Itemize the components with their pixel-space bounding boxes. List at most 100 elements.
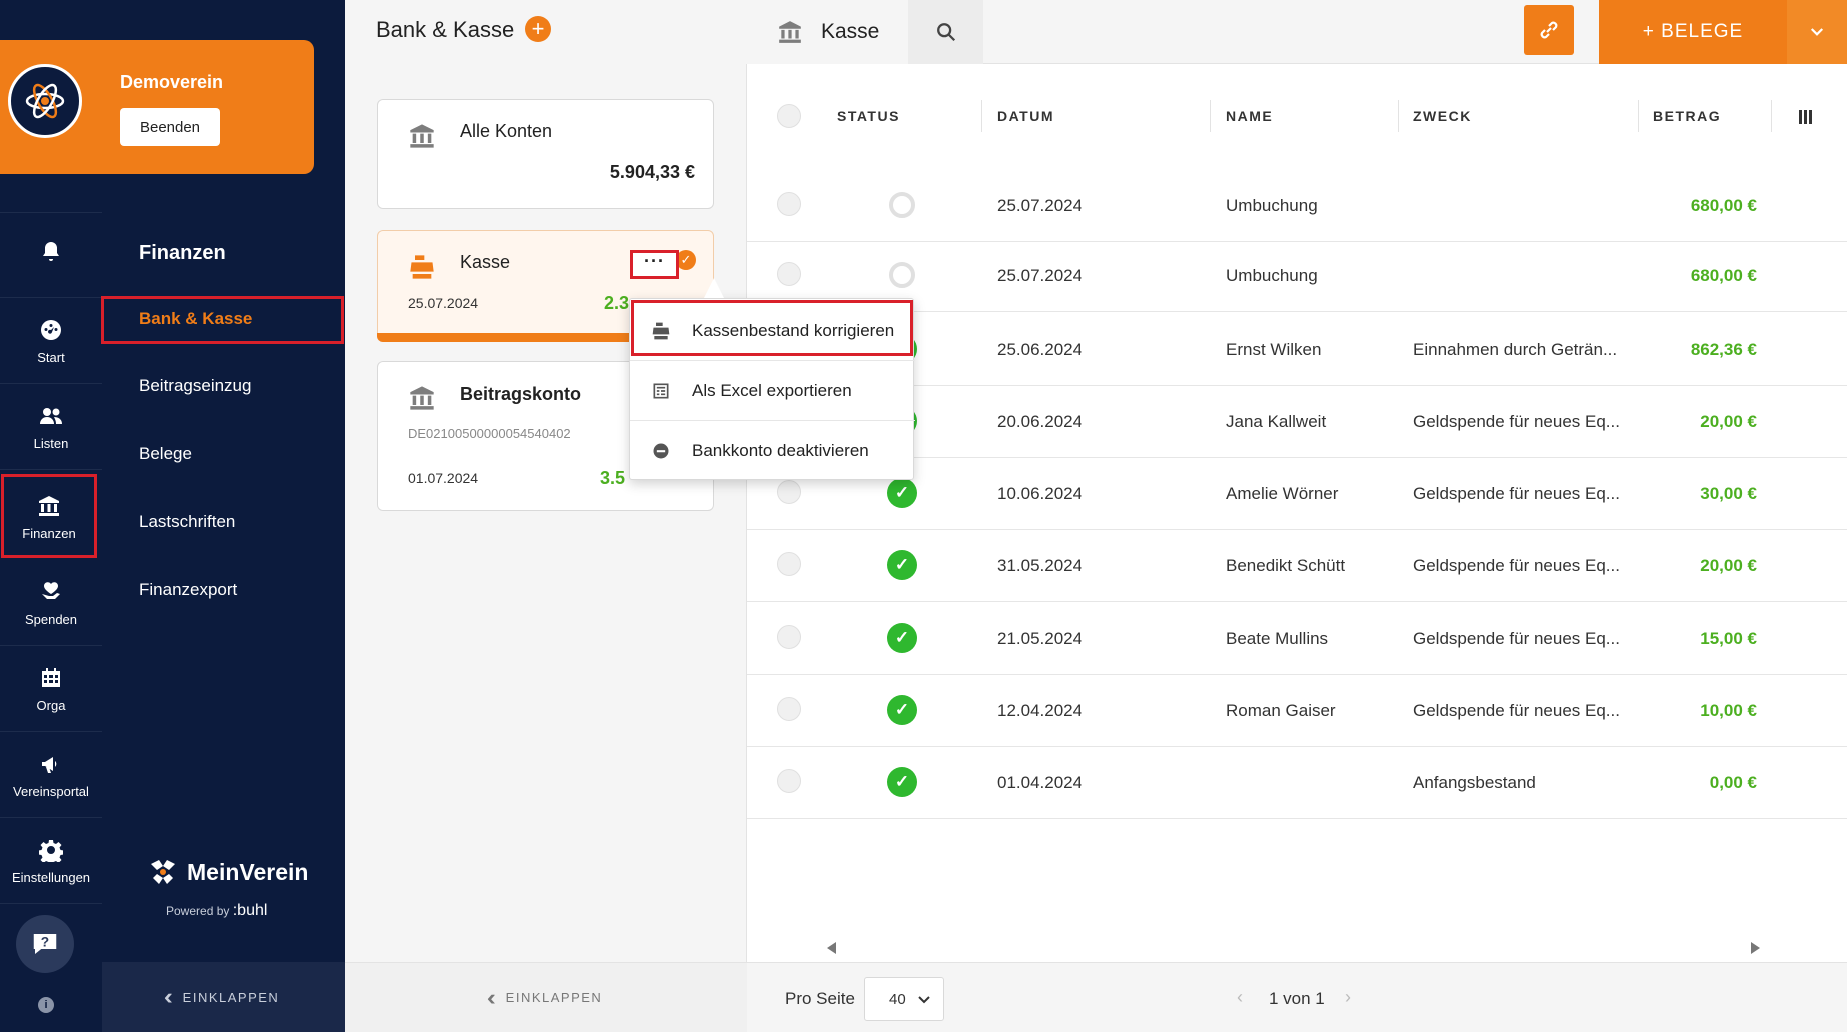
belege-dropdown-button[interactable] — [1787, 0, 1847, 64]
search-button[interactable] — [908, 0, 983, 64]
col-separator — [1210, 100, 1211, 132]
accounts-panel: Bank & Kasse + Alle Konten 5.904,33 € Ka… — [345, 0, 747, 1032]
col-header-name[interactable]: NAME — [1226, 108, 1273, 124]
col-header-datum[interactable]: DATUM — [997, 108, 1054, 124]
account-amount: 3.5 — [600, 468, 626, 488]
cell-amount: 20,00 € — [1700, 412, 1757, 431]
calendar-icon — [37, 664, 65, 692]
table-row[interactable]: ✓ 21.05.2024 Beate Mullins Geldspende für n… — [747, 603, 1847, 675]
menu-item-label: Bankkonto deaktivieren — [692, 441, 869, 460]
rail-einstellungen[interactable]: Einstellungen — [0, 818, 102, 904]
col-separator — [1771, 100, 1772, 132]
col-header-zweck[interactable]: ZWECK — [1413, 108, 1472, 124]
tab-kasse[interactable]: Kasse — [747, 0, 908, 64]
atom-icon — [25, 83, 65, 119]
cell-purpose: Geldspende für neues Eq... — [1413, 412, 1620, 431]
menu-arrow — [704, 278, 724, 298]
cell-amount: 0,00 € — [1709, 773, 1757, 792]
accounts-collapse-button[interactable]: ‹‹ EINKLAPPEN — [345, 962, 747, 1032]
cell-amount: 862,36 € — [1690, 340, 1757, 359]
nav-link-belege[interactable]: Belege — [139, 444, 192, 464]
rail-orga[interactable]: Orga — [0, 646, 102, 732]
row-select-checkbox[interactable] — [777, 262, 801, 286]
account-date: 25.07.2024 — [408, 295, 479, 311]
nav-title: Finanzen — [139, 242, 226, 264]
rail-label: Finanzen — [22, 525, 76, 541]
check-badge-icon: ✓ — [676, 250, 696, 270]
end-button[interactable]: Beenden — [120, 108, 220, 146]
cell-date: 10.06.2024 — [997, 484, 1083, 503]
rail-vereinsportal[interactable]: Vereinsportal — [0, 732, 102, 818]
info-icon[interactable]: i — [38, 997, 54, 1013]
search-icon — [936, 23, 955, 42]
table-row[interactable]: ✓ 01.04.2024 Anfangsbestand 0,00 € — [747, 747, 1847, 819]
help-chat-icon: ? — [33, 934, 57, 954]
account-card-all[interactable]: Alle Konten 5.904,33 € — [377, 99, 714, 209]
powered-brand: :buhl — [232, 902, 268, 919]
row-select-checkbox[interactable] — [777, 697, 801, 721]
col-header-status[interactable]: STATUS — [837, 108, 900, 124]
nav-link-finanzexport[interactable]: Finanzexport — [139, 580, 237, 600]
cell-name: Ernst Wilken — [1226, 340, 1322, 359]
rail-start[interactable]: Start — [0, 298, 102, 384]
rail-label: Spenden — [24, 612, 78, 627]
account-amount: 5.904,33 € — [609, 162, 695, 182]
bank-icon — [408, 122, 436, 150]
nav-link-lastschriften[interactable]: Lastschriften — [139, 512, 235, 532]
rail-notifications[interactable] — [0, 212, 102, 298]
col-header-betrag[interactable]: BETRAG — [1653, 108, 1721, 124]
menu-item-excel-export[interactable]: Als Excel exportieren — [630, 361, 915, 421]
add-belege-button[interactable]: + BELEGE — [1599, 0, 1787, 64]
row-select-checkbox[interactable] — [777, 480, 801, 504]
cell-purpose: Geldspende für neues Eq... — [1413, 701, 1620, 720]
bank-icon — [777, 19, 803, 45]
nav-link-beitragseinzug[interactable]: Beitragseinzug — [139, 376, 251, 396]
rail-label: Listen — [33, 436, 69, 451]
nav-collapse-button[interactable]: ‹‹ EINKLAPPEN — [102, 962, 345, 1032]
cell-name: Umbuchung — [1226, 266, 1318, 285]
status-done-icon: ✓ — [887, 695, 917, 725]
columns-icon[interactable] — [1799, 110, 1813, 124]
scroll-left-arrow[interactable] — [827, 942, 836, 954]
rail-label: Einstellungen — [11, 870, 91, 885]
meinverein-logo-icon — [151, 860, 175, 884]
account-name: Kasse — [460, 252, 511, 272]
cell-purpose: Anfangsbestand — [1413, 773, 1536, 792]
row-select-checkbox[interactable] — [777, 625, 801, 649]
table-row[interactable]: ✓ 12.04.2024 Roman Gaiser Geldspende für ne… — [747, 675, 1847, 747]
more-options-button[interactable]: ··· — [630, 250, 679, 279]
cell-date: 25.06.2024 — [997, 340, 1083, 359]
cell-date: 20.06.2024 — [997, 412, 1083, 431]
table-row[interactable]: ✓ 31.05.2024 Benedikt Schütt Geldspende für… — [747, 530, 1847, 602]
cell-purpose: Geldspende für neues Eq... — [1413, 629, 1620, 648]
row-select-checkbox[interactable] — [777, 192, 801, 216]
prev-page-button[interactable]: ‹ — [1237, 987, 1243, 1008]
next-page-button[interactable]: › — [1345, 987, 1351, 1008]
bank-icon — [408, 384, 436, 412]
row-select-checkbox[interactable] — [777, 552, 801, 576]
status-done-icon: ✓ — [887, 550, 917, 580]
cell-amount: 15,00 € — [1700, 629, 1757, 648]
select-all-checkbox[interactable] — [777, 104, 801, 128]
bank-icon — [35, 492, 63, 520]
add-account-button[interactable]: + — [525, 16, 551, 42]
per-page-select[interactable]: 40 — [864, 977, 944, 1021]
excel-icon — [651, 381, 671, 401]
rail-finanzen[interactable]: Finanzen — [1, 474, 97, 558]
rail-spenden[interactable]: Spenden — [0, 560, 102, 646]
cell-name: Amelie Wörner — [1226, 484, 1339, 503]
cell-amount: 30,00 € — [1700, 484, 1757, 503]
cell-date: 25.07.2024 — [997, 266, 1083, 285]
powered-label: Powered by — [166, 904, 230, 918]
cell-amount: 20,00 € — [1700, 556, 1757, 575]
help-button[interactable]: ? — [16, 915, 74, 973]
scroll-right-arrow[interactable] — [1751, 942, 1760, 954]
menu-item-deactivate[interactable]: Bankkonto deaktivieren — [630, 421, 915, 481]
cell-date: 31.05.2024 — [997, 556, 1083, 575]
double-chevron-left-icon: ‹‹ — [164, 984, 172, 1009]
table-row[interactable]: 25.07.2024 Umbuchung 680,00 € — [747, 170, 1847, 242]
rail-listen[interactable]: Listen — [0, 384, 102, 470]
row-select-checkbox[interactable] — [777, 769, 801, 793]
link-button[interactable] — [1524, 5, 1574, 55]
menu-highlight — [631, 300, 913, 356]
